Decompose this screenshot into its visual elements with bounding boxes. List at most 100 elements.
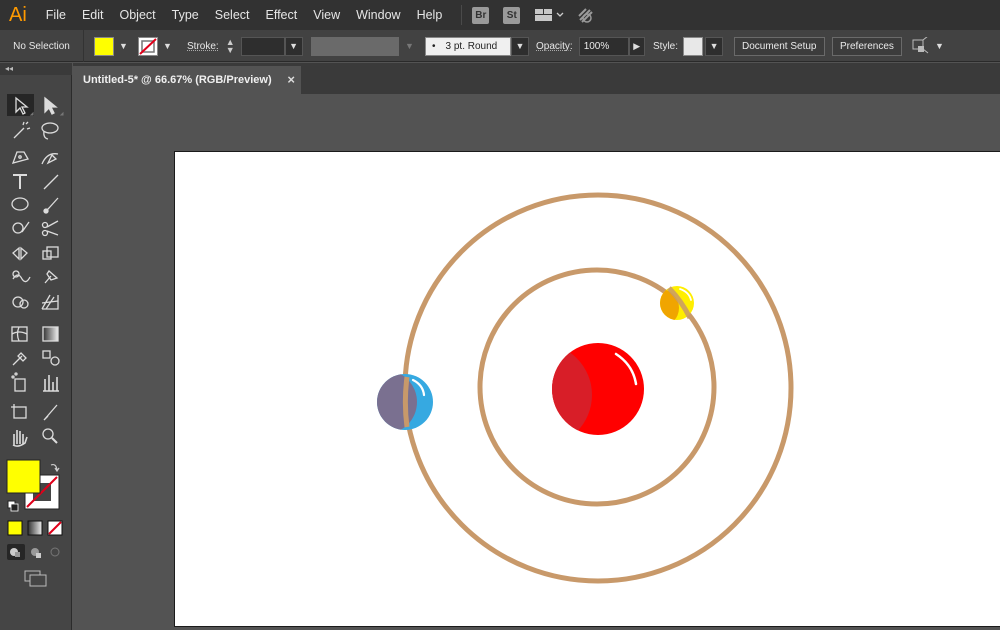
toolbar-collapse-bar[interactable]: ◂◂ [0,63,72,75]
stroke-none-swatch[interactable] [138,36,158,56]
style-label: Style: [653,40,679,52]
fill-swatch[interactable] [94,36,114,56]
bridge-badge: Br [472,6,490,24]
gradient-tool[interactable] [38,323,64,345]
style-swatch[interactable] [683,36,704,56]
close-tab-icon[interactable]: × [287,72,295,87]
warp-tool[interactable] [7,270,33,292]
menu-type[interactable]: Type [163,8,206,22]
collapse-icon[interactable]: ◂◂ [5,64,13,73]
pen-tool[interactable] [7,147,33,169]
menu-effect[interactable]: Effect [257,8,305,22]
hand-tool[interactable] [7,427,33,449]
menu-bar: Ai File Edit Object Type Select Effect V… [0,0,1000,30]
document-tab[interactable]: Untitled-5* @ 66.67% (RGB/Preview) × [73,66,301,94]
shaper-tool[interactable] [7,219,33,241]
menu-file[interactable]: File [37,8,73,22]
menu-edit[interactable]: Edit [73,8,111,22]
brush-dropdown[interactable]: ▼ [511,36,529,56]
draw-normal-button[interactable] [7,544,25,560]
document-setup-button[interactable]: Document Setup [734,36,825,56]
menu-object[interactable]: Object [111,8,163,22]
document-tab-strip: Untitled-5* @ 66.67% (RGB/Preview) × [73,63,1000,94]
color-mode-button[interactable] [7,520,23,536]
reflect-tool[interactable] [7,245,33,267]
arrange-documents-button[interactable] [534,8,564,22]
brush-definition[interactable]: • 3 pt. Round ▼ [425,30,529,62]
menu-window[interactable]: Window [347,8,407,22]
preferences-cell: Preferences [832,30,902,62]
eyedropper-tool[interactable] [7,347,33,369]
symbol-sprayer-tool[interactable] [7,373,33,395]
menu-select[interactable]: Select [206,8,257,22]
arrange-documents-icon [535,9,564,21]
stroke-weight-input[interactable] [240,36,285,56]
fill-dropdown-icon[interactable]: ▼ [119,41,128,51]
variable-width-profile[interactable]: ▼ [311,30,414,62]
chevron-down-icon[interactable]: ▼ [935,41,944,51]
mesh-tool[interactable] [7,323,33,345]
panel-arrange-icon [912,37,929,54]
gpu-performance-button[interactable] [576,6,596,24]
stroke-label[interactable]: Stroke: [187,41,219,52]
chevron-down-icon: ▼ [515,41,525,51]
selection-status: No Selection [13,40,70,52]
magic-wand-tool[interactable] [7,119,33,141]
column-graph-tool[interactable] [38,373,64,395]
scale-tool[interactable] [38,245,64,267]
type-tool[interactable] [7,171,33,193]
variable-width-dropdown-icon[interactable]: ▼ [405,41,414,51]
opacity-label[interactable]: Opacity: [536,41,573,52]
chevron-down-icon: ▼ [709,41,719,51]
perspective-grid-tool[interactable] [38,294,64,316]
direct-selection-tool[interactable] [38,94,64,116]
slice-tool[interactable] [38,402,64,424]
stroke-weight-stepper[interactable]: ▲ ▼ [226,38,235,55]
illustrator-window: Ai File Edit Object Type Select Effect V… [0,0,1000,630]
default-colors-button[interactable] [6,499,20,513]
opacity-flyout[interactable]: ▶ [628,36,645,56]
outer-planet[interactable] [353,370,433,434]
pin-tool[interactable] [38,270,64,292]
lasso-tool[interactable] [38,119,64,141]
opacity-input[interactable]: 100% [578,36,629,56]
menu-help[interactable]: Help [408,8,450,22]
scissors-tool[interactable] [38,219,64,241]
brush-field[interactable]: • 3 pt. Round [425,36,511,56]
draw-behind-button[interactable] [27,544,45,560]
stroke-swatch-large[interactable] [41,475,59,509]
swap-fill-stroke-button[interactable] [48,460,60,472]
menu-view[interactable]: View [304,8,347,22]
stroke-control[interactable]: ▼ [138,30,172,62]
document-tab-title: Untitled-5* @ 66.67% (RGB/Preview) [83,74,272,86]
gradient-mode-button[interactable] [27,520,43,536]
line-segment-tool[interactable] [38,171,64,193]
curvature-tool[interactable] [38,147,64,169]
artboard-tool[interactable] [7,402,33,424]
blend-tool[interactable] [38,347,64,369]
stroke-dropdown-icon[interactable]: ▼ [163,41,172,51]
bridge-button[interactable]: Br [472,6,490,24]
tools-panel [0,75,72,630]
sun[interactable] [488,343,644,447]
preferences-button[interactable]: Preferences [832,36,902,56]
stock-badge: St [503,6,521,24]
stock-button[interactable]: St [503,6,521,24]
paintbrush-tool[interactable] [38,195,64,217]
stroke-weight-dropdown[interactable]: ▼ [284,36,303,56]
none-mode-button[interactable] [47,520,63,536]
ellipse-tool[interactable] [7,195,33,217]
draw-inside-button[interactable] [47,544,65,560]
fill-swatch-large[interactable] [7,460,40,493]
selection-tool[interactable] [7,94,33,116]
style-dropdown[interactable]: ▼ [705,36,724,56]
artboard[interactable] [174,151,1000,627]
app-logo: Ai [9,3,27,26]
screen-mode-button[interactable] [23,569,49,589]
shape-builder-tool[interactable] [7,294,33,316]
fill-control[interactable]: ▼ [94,30,128,62]
arrange-panel-control[interactable]: ▼ [910,30,944,62]
variable-width-field[interactable] [311,36,399,56]
opacity-control: Opacity: 100% ▶ [536,30,645,62]
zoom-tool[interactable] [38,427,64,449]
